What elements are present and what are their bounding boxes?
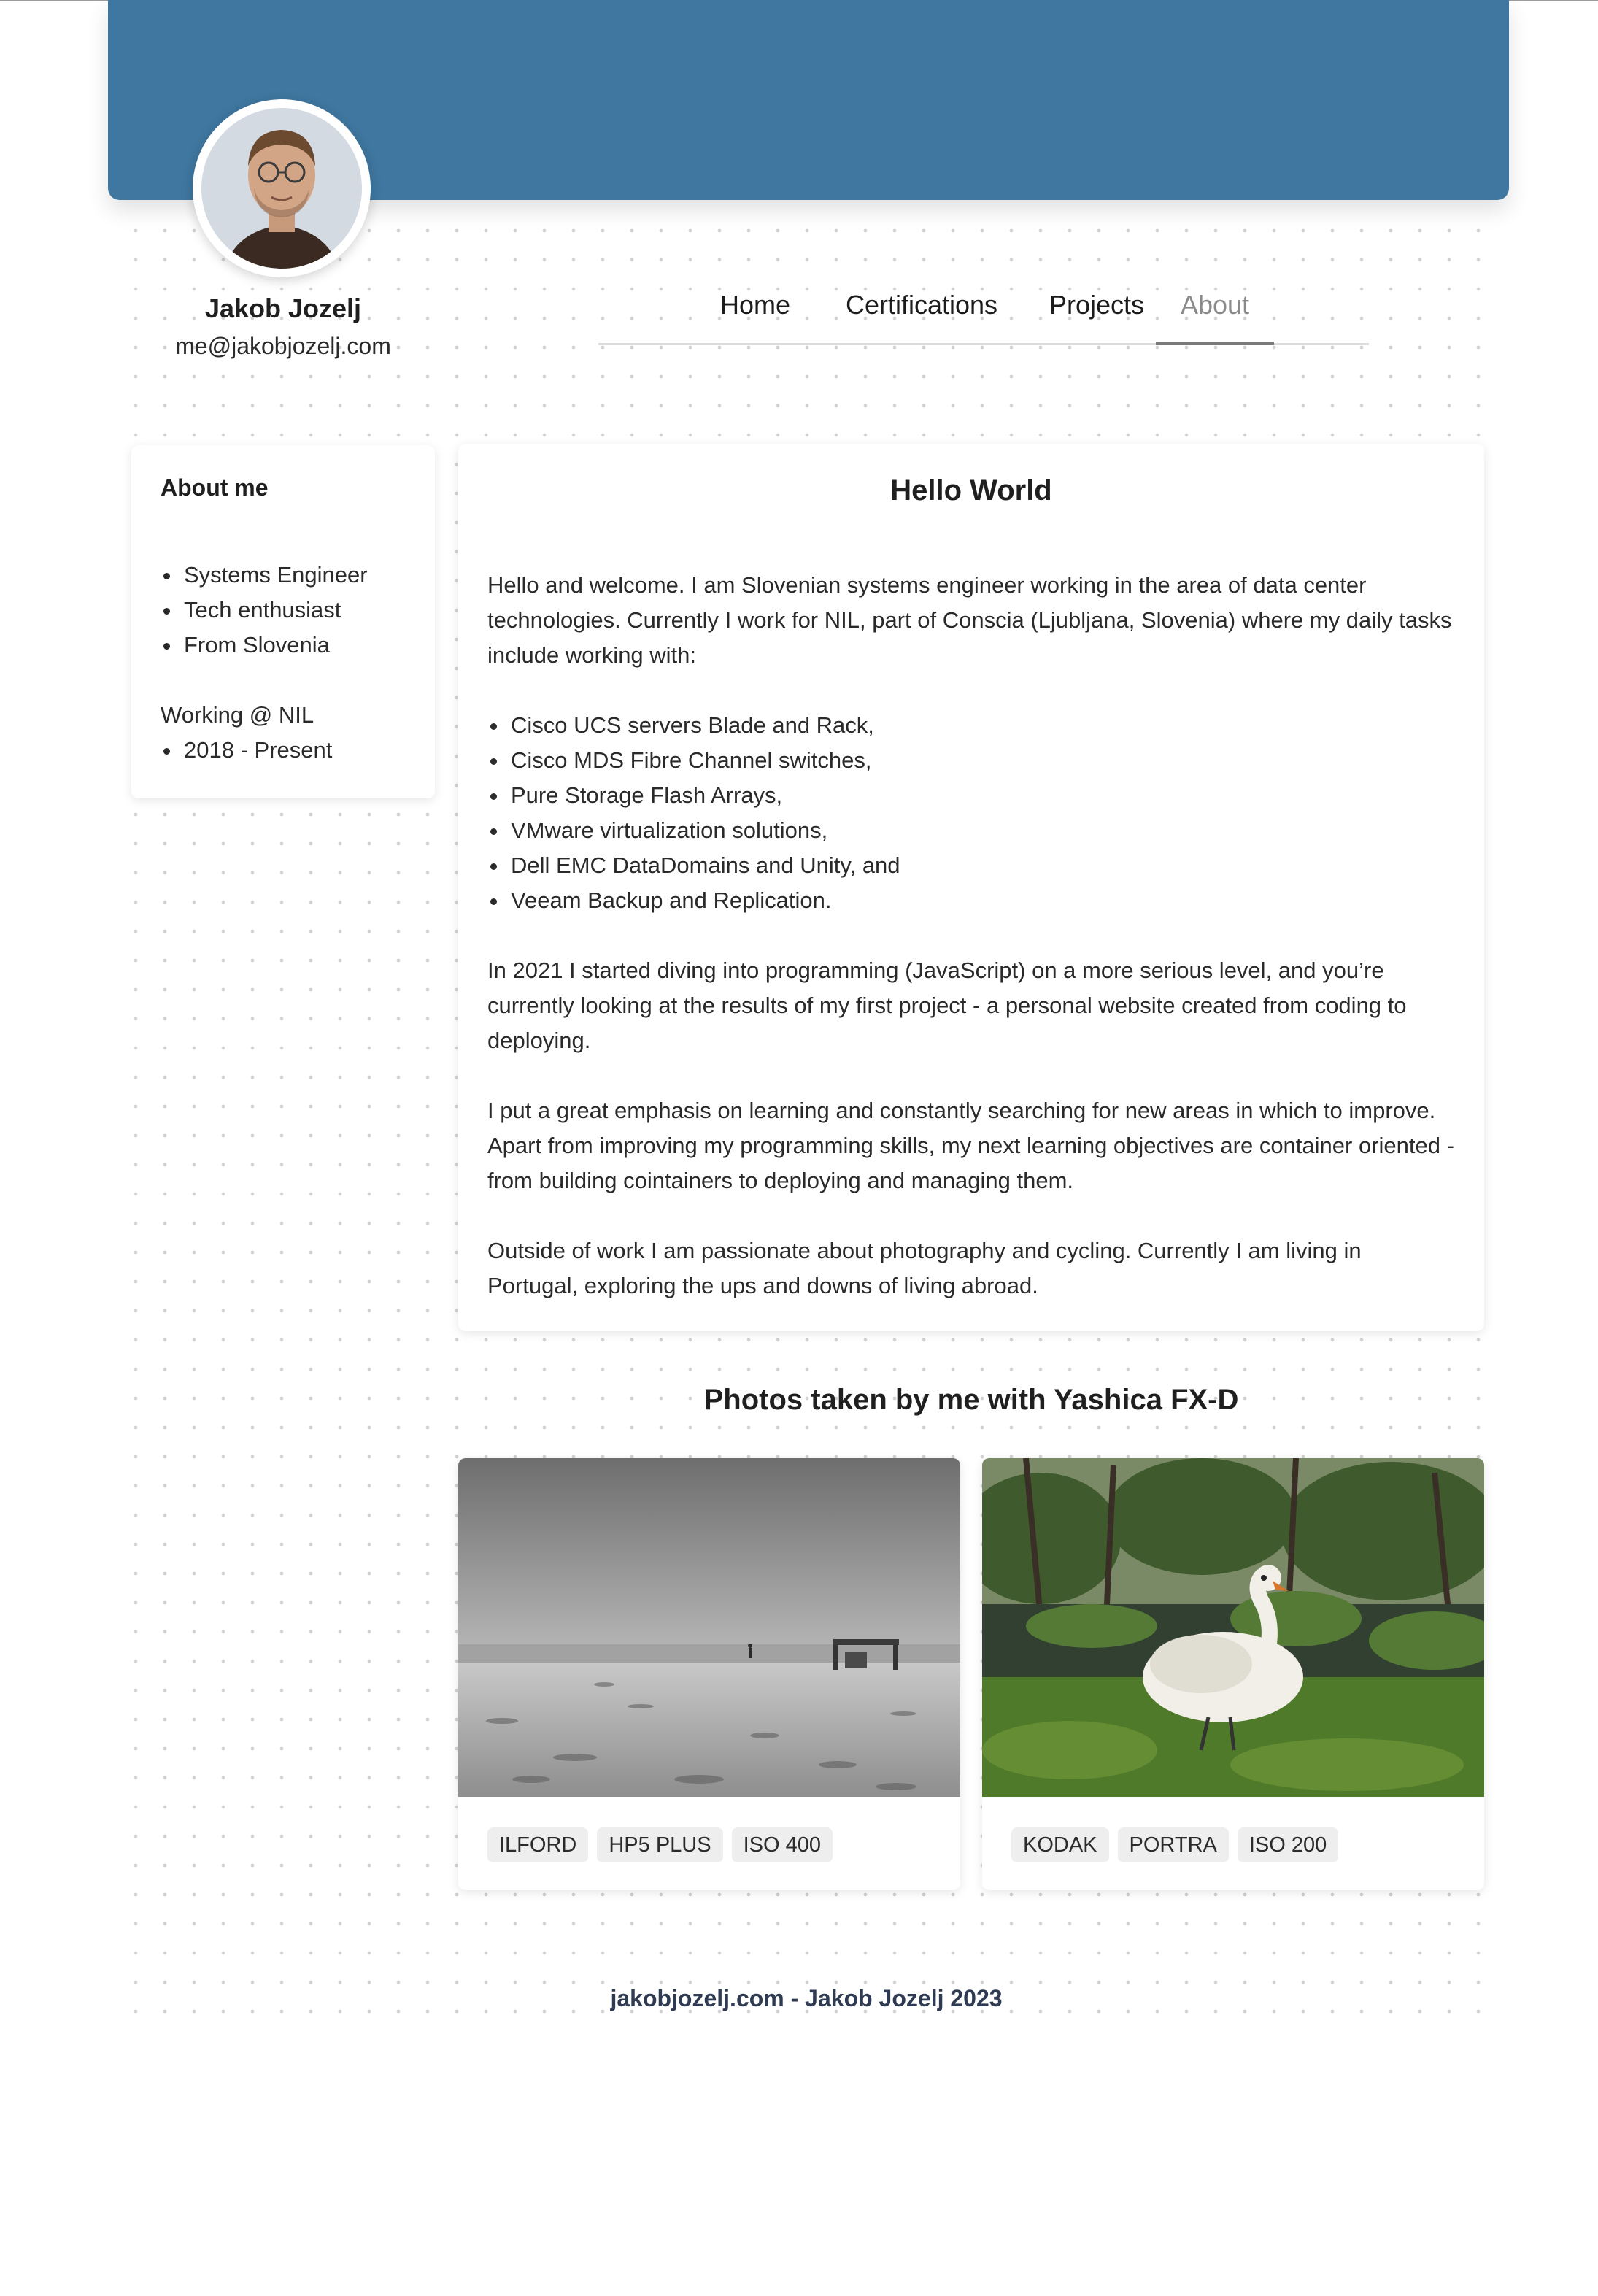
nav-about[interactable]: About	[1167, 288, 1262, 343]
nav-home[interactable]: Home	[708, 288, 803, 343]
tag-iso: ISO 400	[731, 1827, 833, 1862]
sidebar-title: About me	[161, 474, 269, 501]
nav-projects[interactable]: Projects	[1036, 288, 1157, 343]
intro-paragraph: Hello and welcome. I am Slovenian system…	[487, 572, 1452, 668]
profile-email[interactable]: me@jakobjozelj.com	[137, 333, 429, 360]
film-tags: ILFORD HP5 PLUS ISO 400	[487, 1827, 841, 1862]
tag-film-stock: HP5 PLUS	[597, 1827, 723, 1862]
film-tags: KODAK PORTRA ISO 200	[1011, 1827, 1347, 1862]
list-item: VMware virtualization solutions,	[487, 813, 900, 848]
learning-paragraph: I put a great emphasis on learning and c…	[487, 1098, 1454, 1193]
about-me-card: About me Systems Engineer Tech enthusias…	[131, 445, 435, 798]
list-item: 2018 - Present	[161, 733, 332, 768]
photo-card-swan[interactable]: KODAK PORTRA ISO 200	[982, 1458, 1484, 1890]
main-title: Hello World	[890, 474, 1052, 506]
list-item: Tech enthusiast	[161, 593, 368, 628]
swan-photo	[982, 1458, 1484, 1797]
tag-film-brand: ILFORD	[487, 1827, 589, 1862]
footer-text: jakobjozelj.com - Jakob Jozelj 2023	[610, 1985, 1003, 2011]
nav-certifications[interactable]: Certifications	[830, 288, 1013, 343]
list-item: Pure Storage Flash Arrays,	[487, 778, 900, 813]
list-item: Veeam Backup and Replication.	[487, 883, 900, 918]
tag-iso: ISO 200	[1237, 1827, 1339, 1862]
beach-photo	[458, 1458, 960, 1797]
list-item: Dell EMC DataDomains and Unity, and	[487, 848, 900, 883]
traits-list: Systems Engineer Tech enthusiast From Sl…	[161, 558, 368, 663]
programming-paragraph: In 2021 I started diving into programmin…	[487, 958, 1407, 1053]
tag-film-brand: KODAK	[1011, 1827, 1109, 1862]
list-item: Systems Engineer	[161, 558, 368, 593]
profile-photo	[201, 108, 362, 269]
nav-active-indicator	[1156, 342, 1274, 345]
avatar	[193, 99, 371, 277]
profile-name: Jakob Jozelj	[204, 293, 362, 323]
photo-card-beach[interactable]: ILFORD HP5 PLUS ISO 400	[458, 1458, 960, 1890]
list-item: From Slovenia	[161, 628, 368, 663]
list-item: Cisco MDS Fibre Channel switches,	[487, 743, 900, 778]
main-nav: Home Certifications Projects About	[598, 288, 1369, 345]
tag-film-stock: PORTRA	[1117, 1827, 1229, 1862]
hello-world-card: Hello World Hello and welcome. I am Slov…	[458, 444, 1484, 1331]
skills-list: Cisco UCS servers Blade and Rack, Cisco …	[487, 708, 900, 918]
photos-heading: Photos taken by me with Yashica FX-D	[703, 1384, 1239, 1416]
hobbies-paragraph: Outside of work I am passionate about ph…	[487, 1238, 1362, 1298]
work-list: 2018 - Present	[161, 733, 332, 768]
work-label: Working @ NIL	[161, 702, 314, 728]
list-item: Cisco UCS servers Blade and Rack,	[487, 708, 900, 743]
